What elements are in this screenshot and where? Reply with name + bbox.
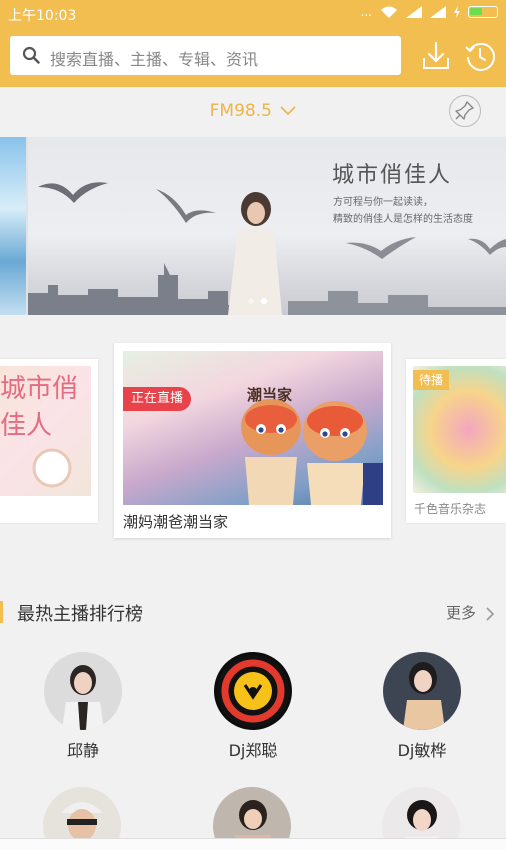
wifi-icon <box>381 6 397 18</box>
upcoming-badge: 待播 <box>413 370 450 390</box>
anchor-item[interactable]: Dj敏桦 <box>382 652 462 761</box>
hot-anchor-ranking: 最热主播排行榜 更多 邱静 Dj郑聪 Dj敏桦 <box>0 580 506 850</box>
avatar-portrait <box>403 662 445 730</box>
app-header: 上午10:03 ... 搜索直播、主播、专辑、资讯 <box>0 0 506 87</box>
program-card-live[interactable]: 潮当家 正在直播 潮妈潮爸潮当家 <box>114 343 391 538</box>
program-cover-text: 城市俏佳人 <box>0 374 79 441</box>
pin-icon <box>455 101 474 120</box>
anchor-item[interactable]: 邱静 <box>43 652 123 761</box>
anchor-item[interactable]: Dj郑聪 <box>213 652 293 761</box>
station-label: FM98.5 <box>209 101 272 121</box>
section-title: 最热主播排行榜 <box>17 604 143 625</box>
gull-icon <box>346 237 416 259</box>
anchor-name: Dj敏桦 <box>397 741 447 760</box>
banner-dot[interactable] <box>248 298 254 304</box>
section-accent-bar <box>0 601 3 623</box>
gull-icon <box>156 189 216 223</box>
banner-prev-preview <box>0 137 26 315</box>
status-time: 上午10:03 <box>8 8 77 24</box>
more-link[interactable]: 更多 <box>446 602 495 623</box>
gull-icon <box>468 238 506 255</box>
woman-figure <box>228 192 282 315</box>
record-logo-icon <box>217 655 289 727</box>
anchor-name: 邱静 <box>66 741 99 760</box>
pin-button[interactable] <box>449 95 481 127</box>
banner-subtitle-line: 精致的俏佳人是怎样的生活态度 <box>333 214 473 225</box>
chevron-down-icon <box>280 106 296 116</box>
history-icon[interactable] <box>464 40 496 72</box>
anchor-name: Dj郑聪 <box>228 741 278 760</box>
avatar-portrait <box>62 665 104 730</box>
live-program-carousel: 城市俏佳人 潮当家 正在直播 潮妈潮爸潮当家 待播 千色音乐杂志 <box>0 315 506 562</box>
banner-subtitle-line: 方可程与你一起读读， <box>333 197 433 208</box>
search-input[interactable]: 搜索直播、主播、专辑、资讯 <box>10 36 401 75</box>
banner-subtitle: 方可程与你一起读读， 精致的俏佳人是怎样的生活态度 <box>333 194 473 228</box>
gull-icon <box>38 182 108 203</box>
station-bar: FM98.5 <box>0 87 506 137</box>
station-selector[interactable]: FM98.5 <box>0 101 506 121</box>
cell-signal-icon <box>406 6 422 18</box>
more-label: 更多 <box>446 604 477 622</box>
program-cover: 潮当家 <box>123 351 383 505</box>
program-cover: 城市俏佳人 <box>0 366 91 496</box>
avatar <box>383 652 461 730</box>
avatar <box>214 652 292 730</box>
banner-image: 城市俏佳人 方可程与你一起读读， 精致的俏佳人是怎样的生活态度 <box>28 137 506 315</box>
charging-icon <box>454 6 460 18</box>
bottom-navigation <box>0 838 506 850</box>
status-icons: ... <box>361 5 498 19</box>
search-icon <box>22 46 40 64</box>
battery-icon <box>468 6 498 18</box>
clock-illustration <box>32 448 72 488</box>
banner-carousel[interactable]: 城市俏佳人 方可程与你一起读读， 精致的俏佳人是怎样的生活态度 <box>0 137 506 315</box>
program-card-next[interactable]: 待播 千色音乐杂志 <box>406 359 506 523</box>
program-card-prev[interactable]: 城市俏佳人 <box>0 359 98 523</box>
avatar <box>44 652 122 730</box>
live-badge: 正在直播 <box>123 387 192 411</box>
program-title: 潮妈潮爸潮当家 <box>123 513 229 531</box>
program-title: 千色音乐杂志 <box>414 502 487 516</box>
banner-dot-active[interactable] <box>261 298 267 304</box>
toy-figures-illustration <box>241 399 383 505</box>
search-placeholder: 搜索直播、主播、专辑、资讯 <box>50 50 259 69</box>
banner-title: 城市俏佳人 <box>332 163 453 188</box>
download-icon[interactable] <box>420 40 452 72</box>
cell-signal-icon-2 <box>430 6 446 18</box>
signal-dots-icon: ... <box>360 5 372 19</box>
chevron-right-icon <box>486 606 494 621</box>
